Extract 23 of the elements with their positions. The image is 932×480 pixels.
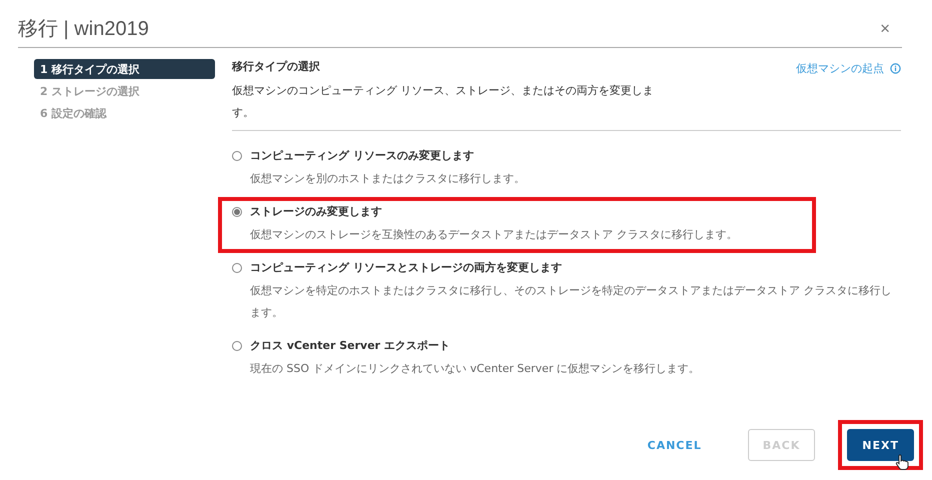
- hand-cursor-icon: [895, 454, 909, 470]
- option-description: 現在の SSO ドメインにリンクされていない vCenter Server に仮想マシンを移行します。: [250, 361, 701, 377]
- option-description: 仮想マシンを別のホストまたはクラスタに移行します。: [250, 171, 526, 187]
- info-icon: [890, 63, 901, 74]
- close-button[interactable]: ×: [876, 18, 894, 38]
- radio-button[interactable]: [232, 262, 242, 272]
- option-description: 仮想マシンを特定のホストまたはクラスタに移行し、そのストレージを特定のデータストアまたはデータストア クラスタに移行します。: [250, 283, 892, 321]
- radio-button[interactable]: [232, 206, 242, 216]
- step-item[interactable]: 2 ストレージの選択: [34, 81, 215, 101]
- option-title: コンピューティング リソースとストレージの両方を変更します: [250, 260, 562, 275]
- option-title: クロス vCenter Server エクスポート: [250, 338, 450, 353]
- radio-button[interactable]: [232, 150, 242, 160]
- step-item[interactable]: 1 移行タイプの選択: [34, 59, 215, 79]
- radio-button[interactable]: [232, 340, 242, 350]
- option-title: コンピューティング リソースのみ変更します: [250, 148, 474, 163]
- option-description: 仮想マシンのストレージを互換性のあるデータストアまたはデータストア クラスタに移行します。: [250, 227, 738, 243]
- window-title: 移行 | win2019: [18, 17, 149, 42]
- section-title: 移行タイプの選択: [232, 59, 321, 74]
- next-button[interactable]: NEXT: [847, 429, 914, 461]
- section-description: 仮想マシンのコンピューティング リソース、ストレージ、またはその両方を変更します。: [232, 83, 654, 121]
- origin-link[interactable]: 仮想マシンの起点: [796, 61, 884, 76]
- option-title: ストレージのみ変更します: [250, 204, 382, 219]
- step-item[interactable]: 6 設定の確認: [34, 103, 215, 123]
